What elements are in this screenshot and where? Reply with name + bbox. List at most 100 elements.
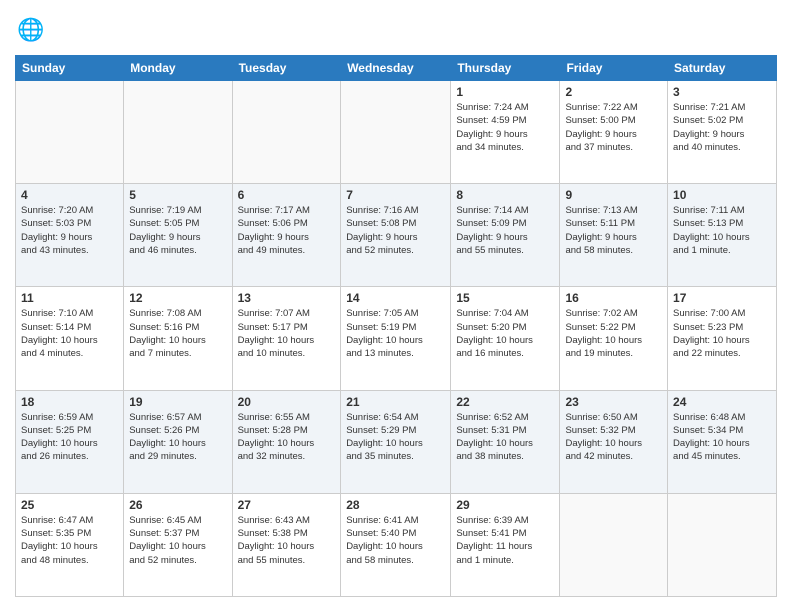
calendar-cell: 6 Sunrise: 7:17 AM Sunset: 5:06 PM Daylig… — [232, 184, 341, 287]
day-info: Sunrise: 6:59 AM Sunset: 5:25 PM Dayligh… — [21, 411, 118, 464]
calendar-cell: 14 Sunrise: 7:05 AM Sunset: 5:19 PM Dayli… — [341, 287, 451, 390]
weekday-header-thursday: Thursday — [451, 56, 560, 81]
day-number: 17 — [673, 291, 771, 305]
day-info: Sunrise: 7:04 AM Sunset: 5:20 PM Dayligh… — [456, 307, 554, 360]
weekday-header-sunday: Sunday — [16, 56, 124, 81]
day-info: Sunrise: 6:54 AM Sunset: 5:29 PM Dayligh… — [346, 411, 445, 464]
day-number: 16 — [565, 291, 662, 305]
logo: 🌐 — [15, 15, 49, 45]
day-info: Sunrise: 6:52 AM Sunset: 5:31 PM Dayligh… — [456, 411, 554, 464]
day-info: Sunrise: 6:41 AM Sunset: 5:40 PM Dayligh… — [346, 514, 445, 567]
calendar-cell: 20 Sunrise: 6:55 AM Sunset: 5:28 PM Dayli… — [232, 390, 341, 493]
calendar-cell: 26 Sunrise: 6:45 AM Sunset: 5:37 PM Dayli… — [124, 493, 232, 596]
calendar-week-row-0: 1 Sunrise: 7:24 AM Sunset: 4:59 PM Daylig… — [16, 81, 777, 184]
calendar-cell — [16, 81, 124, 184]
day-info: Sunrise: 7:20 AM Sunset: 5:03 PM Dayligh… — [21, 204, 118, 257]
day-number: 15 — [456, 291, 554, 305]
page: 🌐 SundayMondayTuesdayWednesdayThursdayFr… — [0, 0, 792, 612]
day-number: 29 — [456, 498, 554, 512]
day-info: Sunrise: 7:24 AM Sunset: 4:59 PM Dayligh… — [456, 101, 554, 154]
calendar-cell: 29 Sunrise: 6:39 AM Sunset: 5:41 PM Dayli… — [451, 493, 560, 596]
day-info: Sunrise: 6:55 AM Sunset: 5:28 PM Dayligh… — [238, 411, 336, 464]
calendar-cell: 3 Sunrise: 7:21 AM Sunset: 5:02 PM Daylig… — [668, 81, 777, 184]
calendar-cell: 28 Sunrise: 6:41 AM Sunset: 5:40 PM Dayli… — [341, 493, 451, 596]
weekday-header-tuesday: Tuesday — [232, 56, 341, 81]
day-number: 19 — [129, 395, 226, 409]
calendar-cell: 2 Sunrise: 7:22 AM Sunset: 5:00 PM Daylig… — [560, 81, 668, 184]
weekday-header-monday: Monday — [124, 56, 232, 81]
day-number: 14 — [346, 291, 445, 305]
calendar-cell — [341, 81, 451, 184]
weekday-header-friday: Friday — [560, 56, 668, 81]
day-number: 7 — [346, 188, 445, 202]
day-info: Sunrise: 6:48 AM Sunset: 5:34 PM Dayligh… — [673, 411, 771, 464]
calendar-cell: 23 Sunrise: 6:50 AM Sunset: 5:32 PM Dayli… — [560, 390, 668, 493]
day-number: 28 — [346, 498, 445, 512]
calendar-cell — [232, 81, 341, 184]
day-number: 21 — [346, 395, 445, 409]
day-number: 1 — [456, 85, 554, 99]
header: 🌐 — [15, 15, 777, 45]
day-info: Sunrise: 6:47 AM Sunset: 5:35 PM Dayligh… — [21, 514, 118, 567]
day-info: Sunrise: 7:02 AM Sunset: 5:22 PM Dayligh… — [565, 307, 662, 360]
day-info: Sunrise: 6:39 AM Sunset: 5:41 PM Dayligh… — [456, 514, 554, 567]
day-number: 2 — [565, 85, 662, 99]
calendar-cell: 8 Sunrise: 7:14 AM Sunset: 5:09 PM Daylig… — [451, 184, 560, 287]
calendar-week-row-3: 18 Sunrise: 6:59 AM Sunset: 5:25 PM Dayli… — [16, 390, 777, 493]
day-number: 18 — [21, 395, 118, 409]
day-info: Sunrise: 6:50 AM Sunset: 5:32 PM Dayligh… — [565, 411, 662, 464]
day-number: 27 — [238, 498, 336, 512]
calendar-cell — [668, 493, 777, 596]
day-number: 12 — [129, 291, 226, 305]
day-info: Sunrise: 7:14 AM Sunset: 5:09 PM Dayligh… — [456, 204, 554, 257]
day-info: Sunrise: 7:21 AM Sunset: 5:02 PM Dayligh… — [673, 101, 771, 154]
calendar-cell — [560, 493, 668, 596]
calendar-cell: 27 Sunrise: 6:43 AM Sunset: 5:38 PM Dayli… — [232, 493, 341, 596]
day-number: 13 — [238, 291, 336, 305]
calendar-cell: 24 Sunrise: 6:48 AM Sunset: 5:34 PM Dayli… — [668, 390, 777, 493]
day-info: Sunrise: 7:05 AM Sunset: 5:19 PM Dayligh… — [346, 307, 445, 360]
calendar-cell: 22 Sunrise: 6:52 AM Sunset: 5:31 PM Dayli… — [451, 390, 560, 493]
calendar-week-row-2: 11Sunrise: 7:10 AM Sunset: 5:14 PM Dayli… — [16, 287, 777, 390]
calendar-cell: 11Sunrise: 7:10 AM Sunset: 5:14 PM Dayli… — [16, 287, 124, 390]
calendar-table: SundayMondayTuesdayWednesdayThursdayFrid… — [15, 55, 777, 597]
day-info: Sunrise: 7:19 AM Sunset: 5:05 PM Dayligh… — [129, 204, 226, 257]
calendar-week-row-1: 4Sunrise: 7:20 AM Sunset: 5:03 PM Daylig… — [16, 184, 777, 287]
day-info: Sunrise: 7:13 AM Sunset: 5:11 PM Dayligh… — [565, 204, 662, 257]
day-number: 9 — [565, 188, 662, 202]
calendar-cell: 12 Sunrise: 7:08 AM Sunset: 5:16 PM Dayli… — [124, 287, 232, 390]
day-number: 24 — [673, 395, 771, 409]
calendar-cell: 7Sunrise: 7:16 AM Sunset: 5:08 PM Daylig… — [341, 184, 451, 287]
calendar-cell: 10Sunrise: 7:11 AM Sunset: 5:13 PM Dayli… — [668, 184, 777, 287]
weekday-header-row: SundayMondayTuesdayWednesdayThursdayFrid… — [16, 56, 777, 81]
calendar-cell: 16 Sunrise: 7:02 AM Sunset: 5:22 PM Dayli… — [560, 287, 668, 390]
day-number: 26 — [129, 498, 226, 512]
calendar-cell: 5 Sunrise: 7:19 AM Sunset: 5:05 PM Daylig… — [124, 184, 232, 287]
day-info: Sunrise: 6:45 AM Sunset: 5:37 PM Dayligh… — [129, 514, 226, 567]
day-number: 8 — [456, 188, 554, 202]
day-number: 6 — [238, 188, 336, 202]
day-info: Sunrise: 6:43 AM Sunset: 5:38 PM Dayligh… — [238, 514, 336, 567]
calendar-cell: 17 Sunrise: 7:00 AM Sunset: 5:23 PM Dayli… — [668, 287, 777, 390]
day-info: Sunrise: 6:57 AM Sunset: 5:26 PM Dayligh… — [129, 411, 226, 464]
day-number: 20 — [238, 395, 336, 409]
calendar-cell: 15 Sunrise: 7:04 AM Sunset: 5:20 PM Dayli… — [451, 287, 560, 390]
calendar-cell — [124, 81, 232, 184]
day-number: 5 — [129, 188, 226, 202]
day-info: Sunrise: 7:10 AM Sunset: 5:14 PM Dayligh… — [21, 307, 118, 360]
day-number: 3 — [673, 85, 771, 99]
logo-icon: 🌐 — [15, 15, 45, 45]
day-number: 22 — [456, 395, 554, 409]
calendar-cell: 1 Sunrise: 7:24 AM Sunset: 4:59 PM Daylig… — [451, 81, 560, 184]
day-info: Sunrise: 7:07 AM Sunset: 5:17 PM Dayligh… — [238, 307, 336, 360]
calendar-cell: 18 Sunrise: 6:59 AM Sunset: 5:25 PM Dayli… — [16, 390, 124, 493]
day-info: Sunrise: 7:22 AM Sunset: 5:00 PM Dayligh… — [565, 101, 662, 154]
day-number: 23 — [565, 395, 662, 409]
day-info: Sunrise: 7:00 AM Sunset: 5:23 PM Dayligh… — [673, 307, 771, 360]
day-info: Sunrise: 7:17 AM Sunset: 5:06 PM Dayligh… — [238, 204, 336, 257]
calendar-cell: 9 Sunrise: 7:13 AM Sunset: 5:11 PM Daylig… — [560, 184, 668, 287]
day-info: Sunrise: 7:08 AM Sunset: 5:16 PM Dayligh… — [129, 307, 226, 360]
calendar-cell: 13 Sunrise: 7:07 AM Sunset: 5:17 PM Dayli… — [232, 287, 341, 390]
calendar-cell: 21 Sunrise: 6:54 AM Sunset: 5:29 PM Dayli… — [341, 390, 451, 493]
day-number: 25 — [21, 498, 118, 512]
